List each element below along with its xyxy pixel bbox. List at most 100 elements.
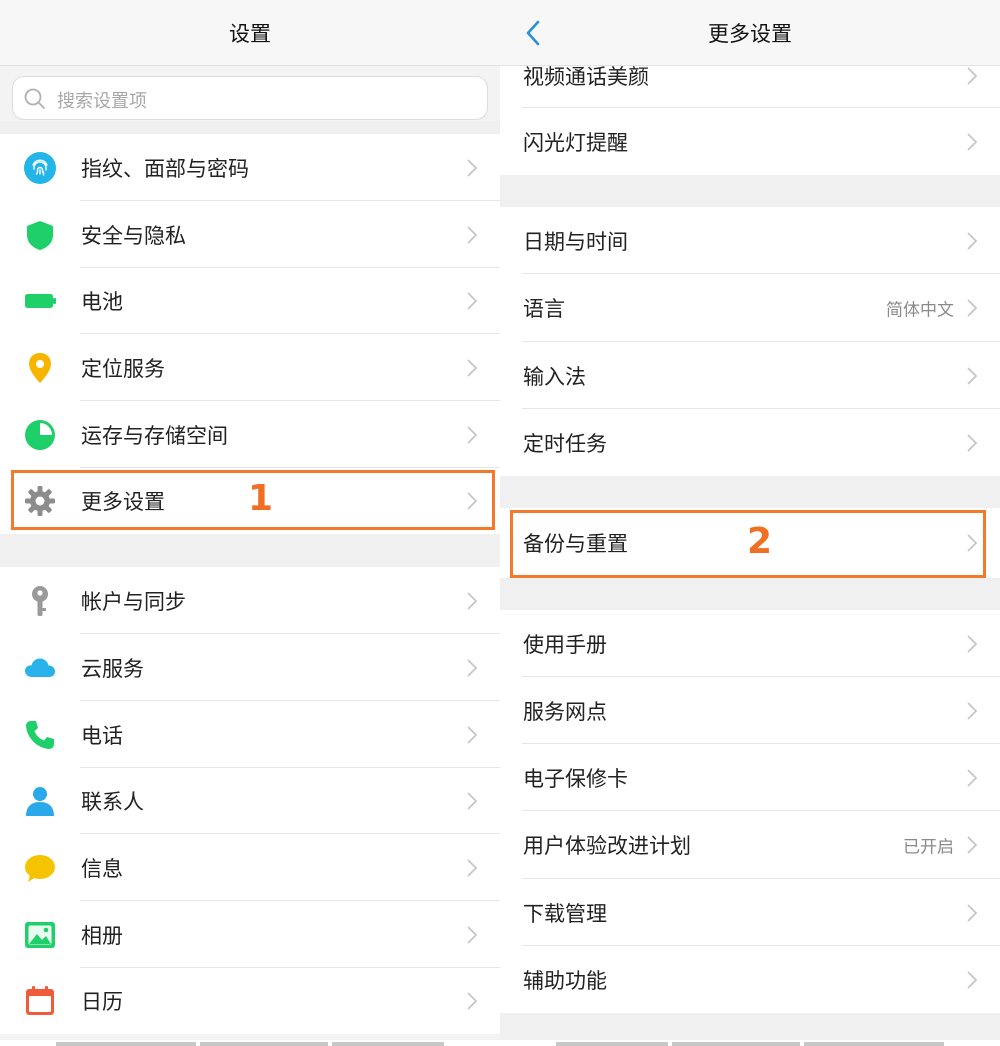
chevron-right-icon: [967, 366, 978, 385]
settings-item-ux-program[interactable]: 用户体验改进计划 已开启: [500, 811, 1000, 879]
chevron-right-icon: [967, 67, 978, 85]
fingerprint-icon: [24, 151, 56, 184]
message-icon: [25, 854, 55, 882]
settings-item-accounts[interactable]: 帐户与同步: [0, 567, 500, 634]
settings-item-label: 闪光灯提醒: [523, 130, 628, 155]
settings-item-label: 辅助功能: [523, 968, 607, 993]
settings-item-download-manager[interactable]: 下载管理: [500, 879, 1000, 946]
key-icon: [32, 585, 48, 616]
settings-item-label: 定位服务: [81, 356, 165, 381]
settings-item-accessibility[interactable]: 辅助功能: [500, 946, 1000, 1013]
chevron-right-icon: [467, 992, 478, 1010]
chevron-right-icon: [467, 725, 478, 744]
settings-item-value: 已开启: [903, 837, 954, 858]
contact-icon: [26, 787, 54, 816]
phone-icon: [26, 720, 54, 749]
settings-item-label: 电话: [81, 723, 123, 748]
settings-item-input-method[interactable]: 输入法: [500, 342, 1000, 409]
settings-item-language[interactable]: 语言 简体中文: [500, 274, 1000, 342]
calendar-icon: [26, 986, 54, 1015]
settings-item-label: 电池: [81, 290, 123, 314]
search-icon: [24, 88, 45, 109]
settings-item-label: 下载管理: [523, 901, 607, 926]
settings-item-service-centers[interactable]: 服务网点: [500, 677, 1000, 744]
cloud-icon: [25, 658, 55, 677]
section-gap: [0, 121, 500, 134]
more-settings-panel: 视频通话美颜 更多设置 闪光灯提醒 日期与时间 语言 简体中文 输入法 定时任务…: [500, 0, 1000, 1046]
bottom-nav-bar: [0, 1040, 1000, 1046]
settings-item-gallery[interactable]: 相册: [0, 901, 500, 968]
settings-item-label: 输入法: [523, 364, 586, 389]
nav-segment: [200, 1042, 328, 1046]
settings-item-cloud[interactable]: 云服务: [0, 634, 500, 701]
chevron-right-icon: [467, 792, 478, 810]
settings-item-battery[interactable]: 电池: [0, 268, 500, 334]
settings-header: 设置: [0, 0, 500, 66]
settings-item-value: 简体中文: [886, 300, 954, 321]
settings-item-label: 日历: [81, 990, 123, 1014]
settings-item-label: 定时任务: [523, 431, 607, 456]
chevron-right-icon: [467, 425, 478, 444]
settings-item-security[interactable]: 安全与隐私: [0, 201, 500, 268]
settings-item-label: 信息: [81, 856, 123, 881]
settings-item-messages[interactable]: 信息: [0, 834, 500, 901]
settings-item-warranty-card[interactable]: 电子保修卡: [500, 744, 1000, 811]
chevron-right-icon: [467, 591, 478, 610]
settings-item-label: 服务网点: [523, 699, 607, 724]
chevron-right-icon: [967, 701, 978, 720]
settings-item-scheduled-tasks[interactable]: 定时任务: [500, 409, 1000, 476]
search-placeholder: 搜索设置项: [57, 91, 147, 112]
settings-panel: 设置 搜索设置项 指纹、面部与密码 安全与隐私 电池 定位服务 运存与存储空间 …: [0, 0, 500, 1046]
settings-item-date-time[interactable]: 日期与时间: [500, 207, 1000, 274]
chevron-right-icon: [467, 158, 478, 177]
settings-item-label: 电子保修卡: [523, 766, 628, 791]
chevron-right-icon: [467, 292, 478, 310]
settings-item-fingerprint[interactable]: 指纹、面部与密码: [0, 134, 500, 201]
chevron-right-icon: [967, 231, 978, 250]
chevron-right-icon: [467, 358, 478, 377]
page-title: 更多设置: [708, 22, 792, 46]
search-input[interactable]: 搜索设置项: [12, 76, 488, 120]
chevron-right-icon: [967, 836, 978, 854]
settings-item-calendar[interactable]: 日历: [0, 968, 500, 1034]
chevron-right-icon: [967, 132, 978, 151]
settings-item-contacts[interactable]: 联系人: [0, 768, 500, 834]
settings-item-label: 云服务: [81, 656, 144, 681]
chevron-right-icon: [967, 433, 978, 452]
chevron-right-icon: [967, 634, 978, 653]
chevron-right-icon: [967, 903, 978, 922]
chevron-right-icon: [967, 768, 978, 787]
chevron-right-icon: [467, 925, 478, 944]
nav-segment: [672, 1042, 800, 1046]
settings-item-label: 联系人: [81, 790, 144, 814]
page-title: 设置: [229, 22, 271, 46]
nav-segment: [556, 1042, 668, 1046]
settings-item-label: 使用手册: [523, 632, 607, 657]
settings-item-location[interactable]: 定位服务: [0, 334, 500, 401]
chevron-right-icon: [467, 858, 478, 877]
nav-segment: [804, 1042, 944, 1046]
settings-item-label: 相册: [81, 923, 123, 948]
chevron-right-icon: [967, 970, 978, 989]
settings-item-storage[interactable]: 运存与存储空间: [0, 401, 500, 468]
section-gap: [500, 1013, 1000, 1040]
battery-icon: [25, 294, 56, 308]
step-number: 1: [248, 478, 274, 519]
section-gap: [500, 476, 1000, 508]
settings-item-label: 帐户与同步: [81, 589, 186, 614]
settings-item-flash-alert[interactable]: 闪光灯提醒: [500, 108, 1000, 175]
settings-item-label: 语言: [523, 297, 565, 321]
chevron-right-icon: [467, 658, 478, 677]
settings-item-phone[interactable]: 电话: [0, 701, 500, 768]
nav-segment: [56, 1042, 196, 1046]
chevron-right-icon: [967, 299, 978, 317]
settings-item-label: 指纹、面部与密码: [81, 156, 249, 181]
section-gap: [500, 175, 1000, 207]
gallery-icon: [25, 921, 55, 948]
settings-item-label: 安全与隐私: [81, 223, 186, 248]
pie-chart-icon: [25, 419, 55, 450]
location-pin-icon: [29, 352, 51, 383]
shield-icon: [27, 220, 53, 250]
section-gap: [0, 534, 500, 567]
settings-item-user-manual[interactable]: 使用手册: [500, 610, 1000, 677]
